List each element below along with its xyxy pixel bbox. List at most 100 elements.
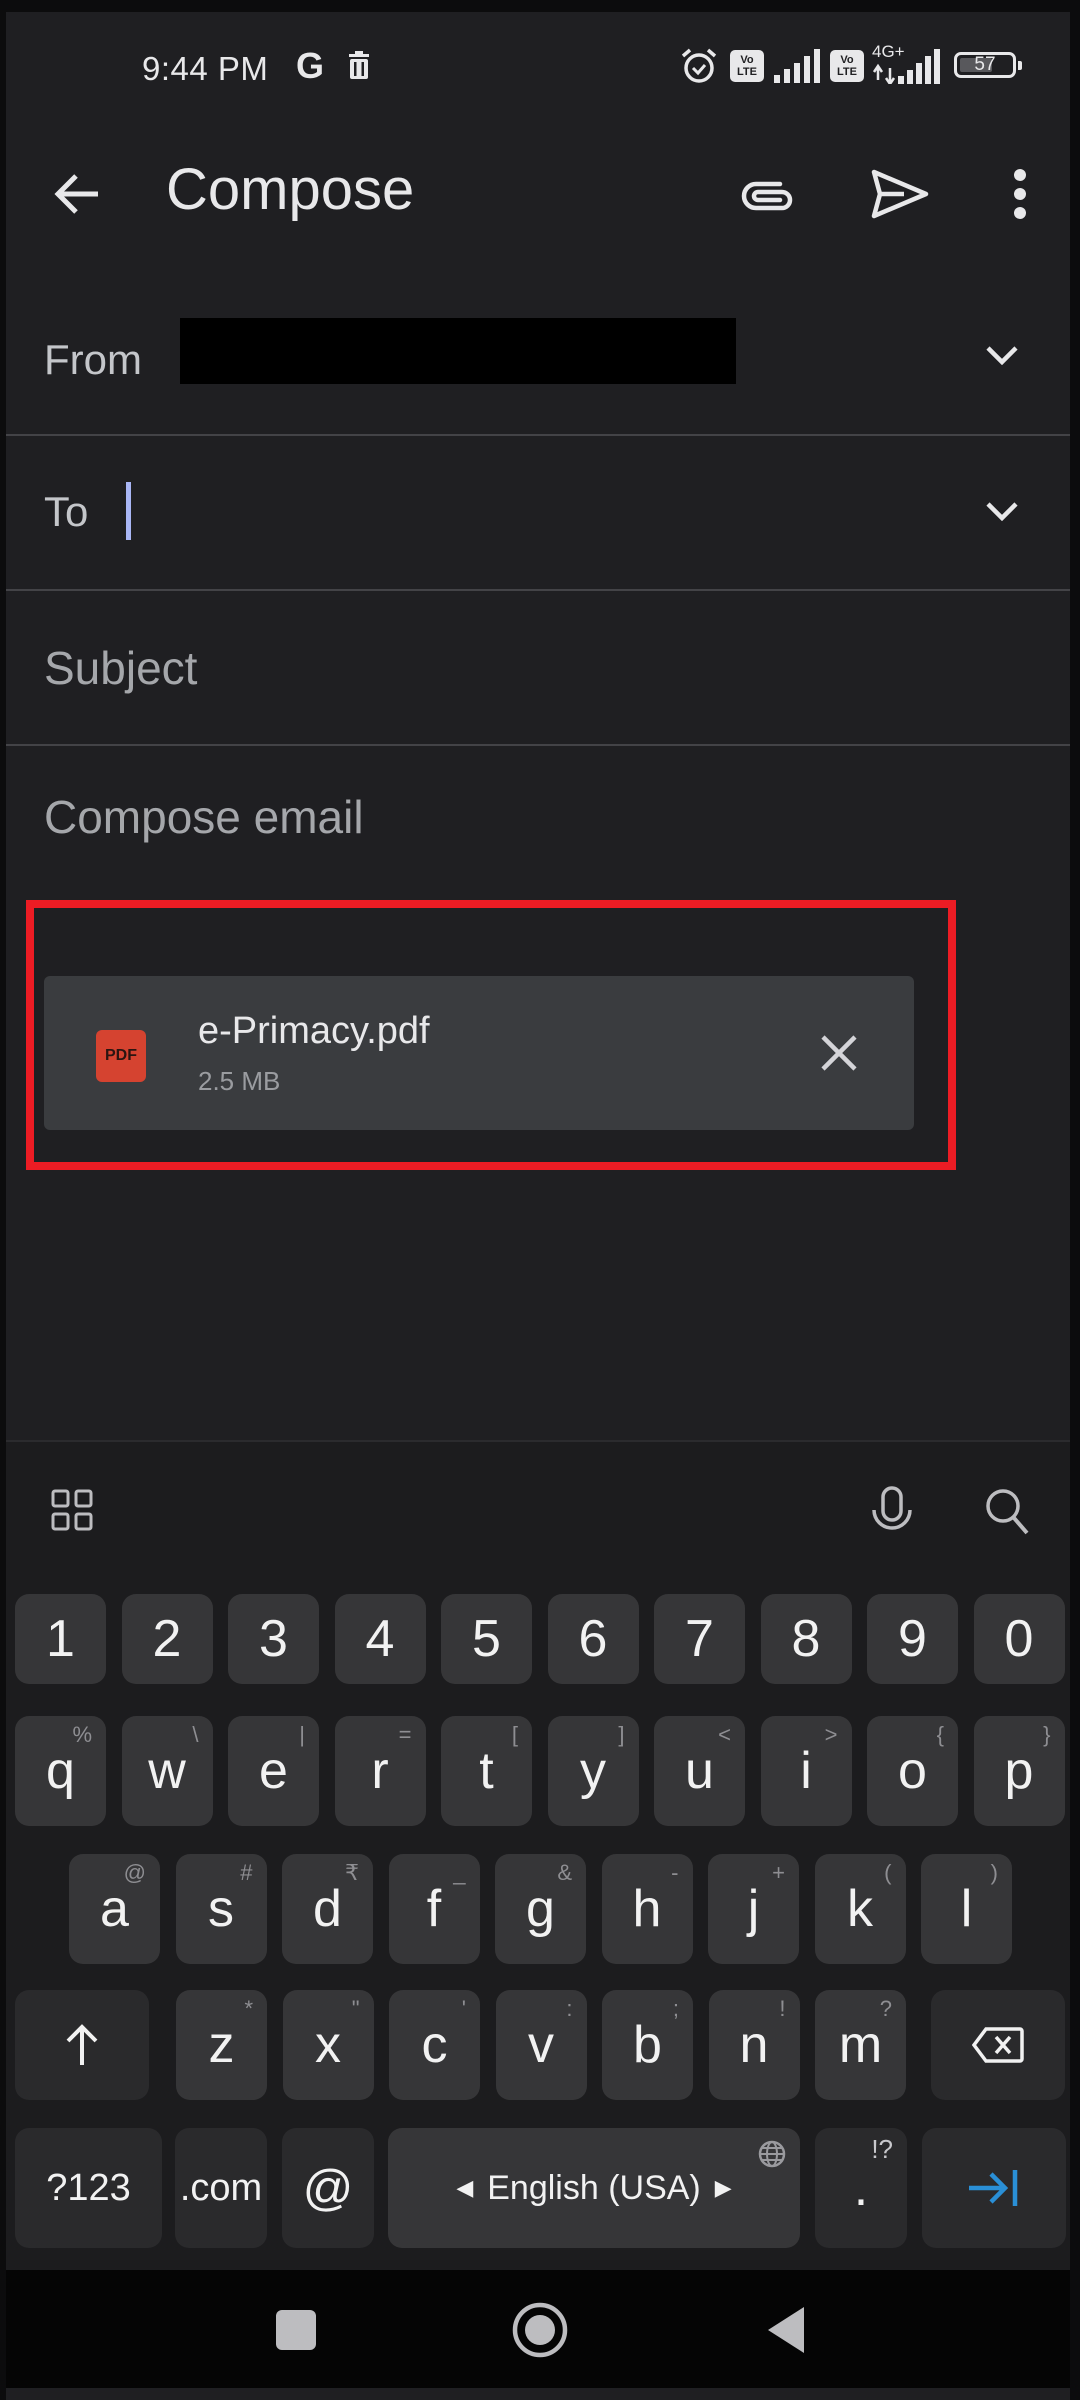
compose-body-input[interactable]: Compose email — [44, 790, 364, 844]
keyboard-search-button[interactable] — [975, 1476, 1039, 1546]
key-b[interactable]: ; b — [602, 1990, 693, 2100]
key-8[interactable]: 8 — [760, 1594, 852, 1684]
key-y[interactable]: ] y — [547, 1716, 639, 1826]
key-6[interactable]: 6 — [547, 1594, 639, 1684]
key-hint: > — [824, 1722, 838, 1747]
key-hint: ) — [990, 1860, 998, 1885]
home-button[interactable] — [500, 2290, 580, 2370]
key-hint: ( — [884, 1860, 892, 1885]
shift-arrow-icon — [66, 2024, 98, 2065]
attach-icon — [741, 181, 793, 211]
key-f[interactable]: _ f — [388, 1854, 480, 1964]
key-h[interactable]: -h — [601, 1854, 693, 1964]
key-v[interactable]: :v — [495, 1990, 587, 2100]
from-expand-button[interactable] — [970, 330, 1034, 380]
from-value-redacted — [180, 318, 736, 384]
voice-input-button[interactable] — [860, 1476, 924, 1546]
google-g-icon: G — [296, 45, 325, 86]
recents-button[interactable] — [256, 2290, 336, 2370]
key-n[interactable]: ! n — [708, 1990, 800, 2100]
space-key[interactable]: ◀ English (USA) ▶ — [388, 2128, 800, 2248]
attachment-name: e-Primacy.pdf — [198, 1010, 430, 1052]
dotcom-key[interactable]: .com — [175, 2128, 267, 2248]
key-0[interactable]: 0 — [973, 1594, 1065, 1684]
key-hint: ! — [779, 1996, 786, 2021]
recents-square-icon — [276, 2310, 316, 2350]
arrow-left-icon — [54, 174, 98, 214]
key-hint: ; — [672, 1996, 679, 2021]
key-u[interactable]: < u — [654, 1716, 745, 1826]
key-7[interactable]: 7 — [654, 1594, 745, 1684]
send-button[interactable] — [864, 158, 936, 230]
key-hint: : — [566, 1996, 573, 2021]
remove-attachment-button[interactable] — [804, 1018, 874, 1088]
key-e[interactable]: | e — [228, 1716, 319, 1826]
next-field-key[interactable] — [922, 2128, 1066, 2248]
key-q[interactable]: % q — [15, 1716, 106, 1826]
key-9[interactable]: 9 — [867, 1594, 958, 1684]
at-key[interactable]: @ — [282, 2128, 374, 2248]
lang-prev-icon: ◀ — [456, 2175, 474, 2200]
key-o[interactable]: {o — [867, 1716, 958, 1826]
key-hint: \ — [192, 1722, 199, 1747]
status-time: 9:44 PM — [142, 50, 269, 87]
key-hint: & — [557, 1860, 572, 1885]
key-l[interactable]: ) l — [921, 1854, 1012, 1964]
key-j[interactable]: + j — [708, 1854, 799, 1964]
key-hint: [ — [511, 1722, 518, 1747]
key-3[interactable]: 3 — [228, 1594, 319, 1684]
key-g[interactable]: & g — [495, 1854, 586, 1964]
shift-key[interactable] — [15, 1990, 149, 2100]
key-hint: { — [936, 1722, 944, 1747]
key-hint: # — [240, 1860, 253, 1885]
subject-field[interactable]: Subject — [6, 591, 1070, 746]
from-label: From — [44, 336, 142, 383]
key-hint: } — [1043, 1722, 1051, 1747]
key-hint: < — [718, 1722, 731, 1747]
back-nav-button[interactable] — [746, 2290, 826, 2370]
to-field[interactable]: To — [6, 436, 1070, 591]
key-hint: ' — [461, 1996, 466, 2021]
key-5[interactable]: 5 — [441, 1594, 532, 1684]
attach-button[interactable] — [732, 158, 804, 230]
key-a[interactable]: @ a — [69, 1854, 160, 1964]
key-hint: + — [772, 1860, 785, 1885]
key-z[interactable]: * z — [176, 1990, 267, 2100]
key-hint: ] — [618, 1722, 625, 1747]
attachment-chip[interactable]: PDF e-Primacy.pdf 2.5 MB — [44, 976, 914, 1130]
volte-icon: Vo LTE — [830, 50, 864, 82]
key-i[interactable]: > i — [760, 1716, 852, 1826]
key-hint: * — [244, 1996, 253, 2021]
key-hint: ? — [879, 1996, 892, 2021]
key-k[interactable]: (k — [814, 1854, 906, 1964]
to-expand-button[interactable] — [970, 486, 1034, 536]
key-x[interactable]: " x — [282, 1990, 374, 2100]
lang-next-icon: ▶ — [714, 2175, 732, 2200]
chevron-down-icon — [986, 346, 1018, 365]
key-hint: ₹ — [345, 1860, 359, 1885]
backspace-key[interactable] — [931, 1990, 1065, 2100]
key-2[interactable]: 2 — [121, 1594, 213, 1684]
symbols-key[interactable]: ?123 — [15, 2128, 162, 2248]
more-options-button[interactable] — [990, 158, 1050, 230]
subject-input[interactable]: Subject — [44, 641, 197, 695]
trash-icon — [346, 48, 372, 84]
key-4[interactable]: 4 — [334, 1594, 426, 1684]
key-m[interactable]: ? m — [815, 1990, 906, 2100]
key-t[interactable]: [t — [441, 1716, 532, 1826]
back-triangle-icon — [768, 2307, 804, 2353]
key-1[interactable]: 1 — [15, 1594, 106, 1684]
tab-next-icon — [969, 2170, 1018, 2206]
key-r[interactable]: = r — [334, 1716, 426, 1826]
chevron-down-icon — [986, 502, 1018, 521]
signal-icon — [772, 48, 822, 84]
key-d[interactable]: ₹ d — [282, 1854, 373, 1964]
key-s[interactable]: # s — [175, 1854, 267, 1964]
key-p[interactable]: } p — [973, 1716, 1065, 1826]
key-w[interactable]: \ w — [121, 1716, 213, 1826]
keyboard-apps-button[interactable] — [40, 1478, 104, 1542]
period-key[interactable]: !? . — [815, 2128, 907, 2248]
close-icon — [821, 1035, 857, 1071]
back-button[interactable] — [40, 158, 112, 230]
key-c[interactable]: ' c — [389, 1990, 480, 2100]
